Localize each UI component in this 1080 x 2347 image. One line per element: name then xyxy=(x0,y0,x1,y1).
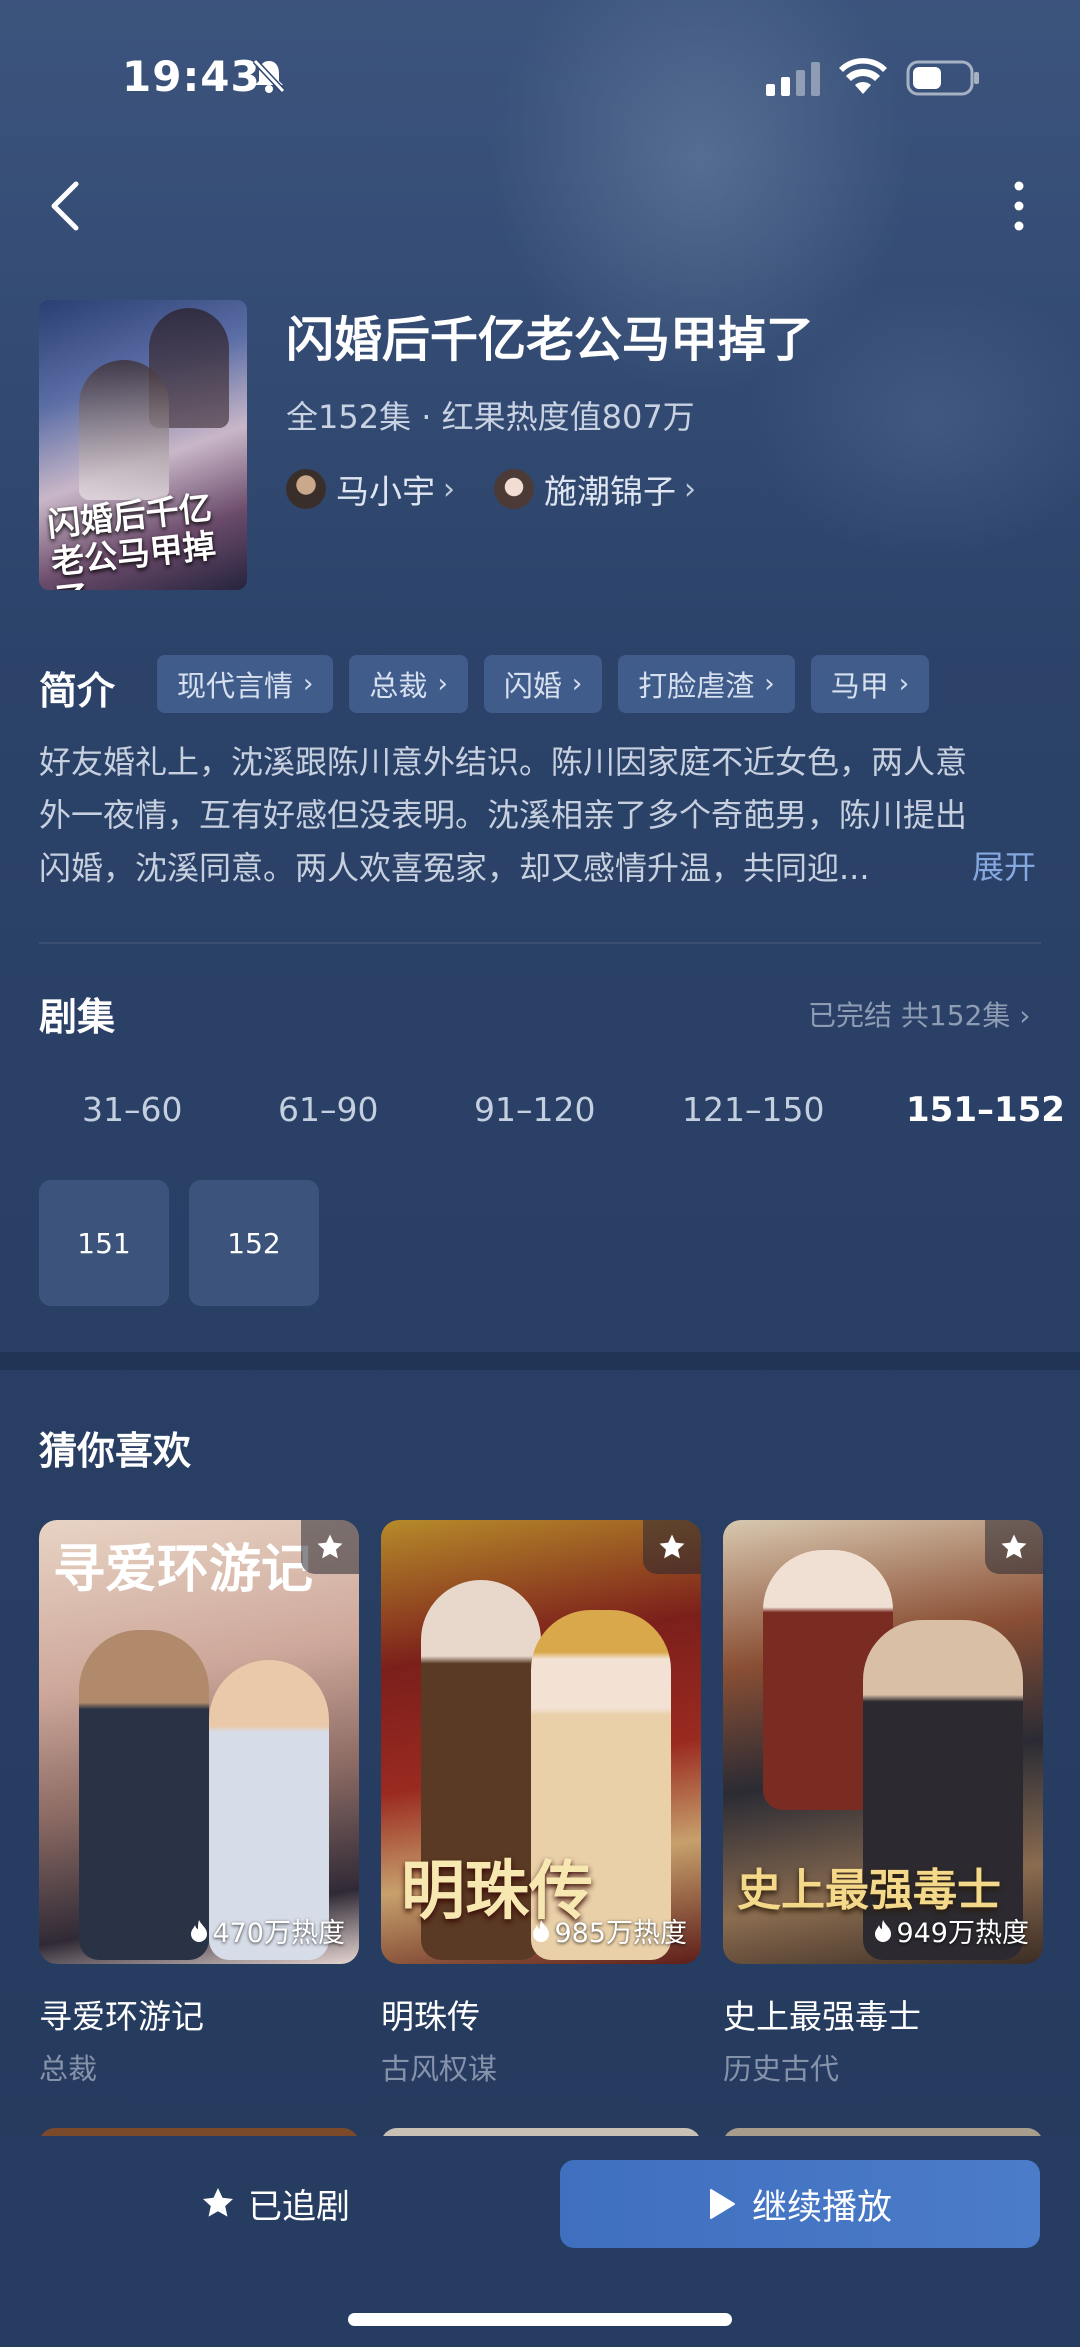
actor-link-2[interactable]: 施潮锦子 › xyxy=(494,466,696,512)
heat-badge: 985万热度 xyxy=(532,1911,687,1950)
range-tab-151-152-active[interactable]: 151–152 xyxy=(906,1090,1065,1130)
tag-modern-romance[interactable]: 现代言情 › xyxy=(157,655,334,713)
actor-avatar xyxy=(286,469,326,509)
chevron-right-icon: › xyxy=(571,669,583,699)
range-tab-31-60[interactable]: 31–60 xyxy=(82,1090,182,1129)
favorite-star-icon[interactable] xyxy=(301,1520,359,1574)
episode-button-152[interactable]: 152 xyxy=(189,1180,319,1306)
flame-icon xyxy=(191,1919,208,1942)
chevron-right-icon: › xyxy=(303,669,314,699)
heat-value: 949万热度 xyxy=(896,1918,1029,1949)
recommend-card-1[interactable]: 寻爱环游记 470万热度 xyxy=(39,1520,359,1964)
tag-ceo[interactable]: 总裁 › xyxy=(349,655,468,713)
recommend-card-2[interactable]: 明珠传 985万热度 xyxy=(381,1520,701,1964)
tag-label: 马甲 xyxy=(830,669,889,703)
cover-title-art: 闪婚后千亿老公马甲掉了 xyxy=(45,488,218,590)
section-separator xyxy=(0,1352,1080,1370)
card-category: 历史古代 xyxy=(723,2052,840,2086)
actor-name: 施潮锦子 xyxy=(544,472,676,511)
more-options-icon[interactable] xyxy=(1004,176,1034,236)
cellular-signal-icon xyxy=(766,62,820,96)
favorite-star-icon[interactable] xyxy=(985,1520,1043,1574)
divider xyxy=(39,942,1041,944)
tag-label: 总裁 xyxy=(369,669,428,703)
synopsis-line: 外一夜情，互有好感但没表明。沈溪相亲了多个奇葩男，陈川提出 xyxy=(39,796,968,834)
followed-button[interactable]: 已追剧 xyxy=(200,2178,350,2228)
drama-meta: 全152集 · 红果热度值807万 xyxy=(286,398,695,436)
tag-label: 闪婚 xyxy=(503,669,562,703)
chevron-right-icon: › xyxy=(437,669,448,699)
continue-play-label: 继续播放 xyxy=(751,2187,892,2228)
star-icon xyxy=(203,2188,233,2217)
heat-value: 985万热度 xyxy=(554,1918,687,1949)
card-title-art: 寻爱环游记 xyxy=(53,1539,314,1600)
back-arrow-icon[interactable] xyxy=(46,178,86,234)
favorite-star-icon[interactable] xyxy=(643,1520,701,1574)
chevron-right-icon: › xyxy=(764,669,775,699)
tag-label: 打脸虐渣 xyxy=(638,669,755,703)
recommend-card-3[interactable]: 史上最强毒士 949万热度 xyxy=(723,1520,1043,1964)
home-indicator[interactable] xyxy=(348,2313,732,2326)
episodes-heading: 剧集 xyxy=(39,995,116,1039)
episodes-status-link[interactable]: 已完结 共152集 › xyxy=(808,994,1030,1034)
card-title[interactable]: 史上最强毒士 xyxy=(723,1990,921,2038)
recommend-heading: 猜你喜欢 xyxy=(39,1429,192,1473)
followed-label: 已追剧 xyxy=(248,2186,350,2227)
status-time: 19:43 xyxy=(122,52,261,101)
card-title[interactable]: 寻爱环游记 xyxy=(39,1990,204,2038)
intro-heading: 简介 xyxy=(39,669,116,713)
actor-link-1[interactable]: 马小宇 › xyxy=(286,466,455,512)
synopsis-line: 好友婚礼上，沈溪跟陈川意外结识。陈川因家庭不近女色，两人意 xyxy=(39,743,968,781)
tag-flash-marriage[interactable]: 闪婚 › xyxy=(483,655,603,713)
actor-avatar xyxy=(494,469,534,509)
range-tab-61-90[interactable]: 61–90 xyxy=(278,1090,378,1129)
drama-title: 闪婚后千亿老公马甲掉了 xyxy=(286,312,815,368)
synopsis-text: 好友婚礼上，沈溪跟陈川意外结识。陈川因家庭不近女色，两人意 外一夜情，互有好感但… xyxy=(39,736,1049,895)
heat-value: 470万热度 xyxy=(212,1918,345,1949)
card-category: 古风权谋 xyxy=(381,2052,498,2086)
tag-hidden-identity[interactable]: 马甲 › xyxy=(810,655,930,713)
synopsis-line: 闪婚，沈溪同意。两人欢喜冤家，却又感情升温，共同迎... xyxy=(39,849,870,887)
card-title[interactable]: 明珠传 xyxy=(381,1990,480,2038)
range-tab-91-120[interactable]: 91–120 xyxy=(474,1090,595,1129)
flame-icon xyxy=(875,1919,892,1942)
battery-icon xyxy=(906,60,979,96)
tag-label: 现代言情 xyxy=(177,669,294,703)
cover-figure-female xyxy=(79,360,169,500)
expand-synopsis-link[interactable]: 展开 xyxy=(972,842,1036,888)
drama-cover-image: 闪婚后千亿老公马甲掉了 xyxy=(39,300,247,590)
continue-play-button[interactable]: 继续播放 xyxy=(560,2160,1040,2248)
heat-badge: 470万热度 xyxy=(190,1911,345,1950)
genre-tags: 现代言情 › 总裁 › 闪婚 › 打脸虐渣 › 马甲 › xyxy=(157,655,945,713)
bell-muted-icon xyxy=(252,58,286,94)
card-title-art: 史上最强毒士 xyxy=(737,1865,1001,1916)
card-category: 总裁 xyxy=(39,2052,98,2086)
chevron-right-icon: › xyxy=(684,471,696,507)
play-icon xyxy=(709,2189,735,2219)
range-tab-121-150[interactable]: 121–150 xyxy=(682,1090,824,1129)
heat-badge: 949万热度 xyxy=(874,1911,1029,1950)
chevron-right-icon: › xyxy=(443,471,455,507)
chevron-right-icon: › xyxy=(898,669,910,699)
wifi-icon xyxy=(839,58,887,94)
actor-name: 马小宇 xyxy=(336,472,435,511)
flame-icon xyxy=(533,1919,550,1942)
tag-revenge[interactable]: 打脸虐渣 › xyxy=(618,655,795,713)
episode-button-151[interactable]: 151 xyxy=(39,1180,169,1306)
